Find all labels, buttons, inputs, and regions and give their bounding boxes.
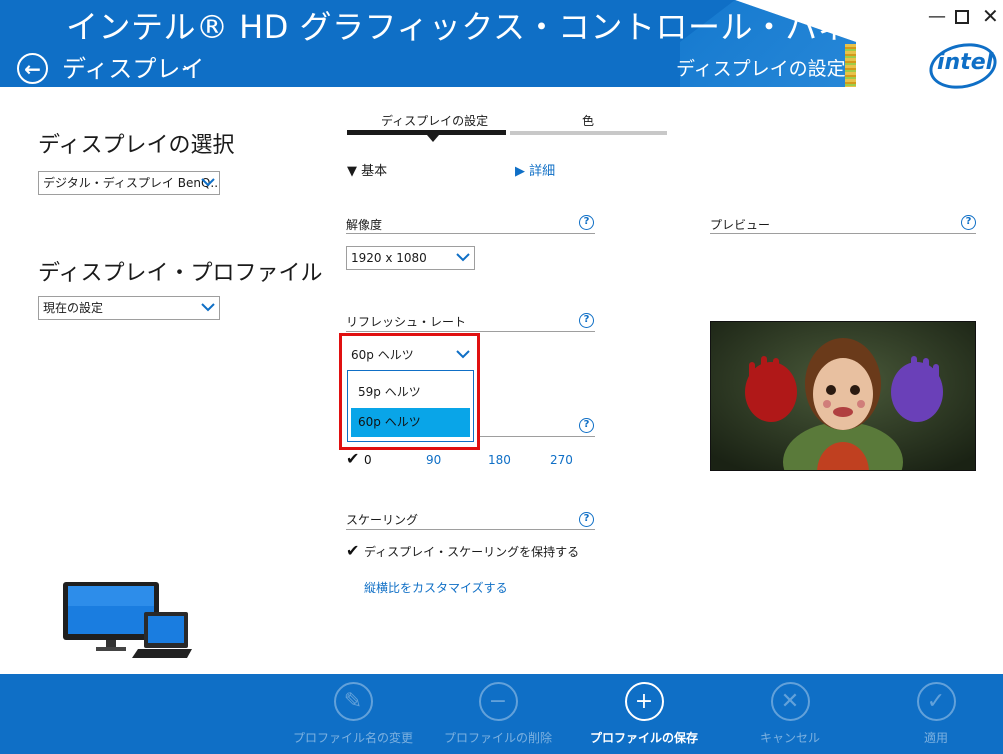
checkmark-icon: ✔ bbox=[346, 541, 360, 560]
checkmark-icon: ✔ bbox=[346, 449, 360, 468]
delete-profile-button[interactable]: − プロファイルの削除 bbox=[428, 682, 568, 746]
rename-profile-label: プロファイル名の変更 bbox=[292, 731, 413, 745]
divider bbox=[710, 233, 976, 234]
rotation-option-180[interactable]: 180 bbox=[488, 453, 511, 467]
divider bbox=[346, 233, 595, 234]
divider bbox=[346, 529, 595, 530]
resolution-dropdown[interactable]: 1920 x 1080 bbox=[346, 246, 475, 270]
display-select-dropdown[interactable]: デジタル・ディスプレイ BenQ... bbox=[38, 171, 220, 195]
rotation-option-90[interactable]: 90 bbox=[426, 453, 441, 467]
help-icon[interactable]: ? bbox=[961, 215, 976, 230]
mode-advanced-toggle[interactable]: ▶ 詳細 bbox=[515, 160, 555, 179]
apply-button[interactable]: ✓ 適用 bbox=[866, 682, 1003, 746]
close-button[interactable]: ✕ bbox=[982, 4, 999, 28]
delete-profile-label: プロファイルの削除 bbox=[443, 731, 552, 745]
minus-icon: − bbox=[478, 682, 518, 721]
keep-scaling-option[interactable]: ディスプレイ・スケーリングを保持する bbox=[364, 543, 579, 560]
display-select-heading: ディスプレイの選択 bbox=[38, 133, 235, 158]
divider bbox=[346, 331, 595, 332]
help-icon[interactable]: ? bbox=[579, 512, 594, 527]
mode-advanced-label: 詳細 bbox=[529, 164, 556, 179]
check-icon: ✓ bbox=[916, 682, 956, 721]
chevron-down-icon bbox=[201, 297, 215, 318]
mode-basic-toggle[interactable]: ▼ 基本 bbox=[347, 160, 387, 179]
resolution-value: 1920 x 1080 bbox=[351, 251, 427, 265]
back-arrow-icon: ← bbox=[24, 56, 41, 81]
tab-color[interactable]: 色 bbox=[582, 112, 594, 129]
highlight-frame bbox=[339, 333, 480, 450]
close-icon: ✕ bbox=[770, 682, 810, 721]
preview-label: プレビュー bbox=[710, 218, 771, 232]
preview-image bbox=[710, 321, 976, 471]
minimize-button[interactable]: — bbox=[928, 6, 946, 27]
tab-display-settings[interactable]: ディスプレイの設定 bbox=[381, 112, 488, 129]
help-icon[interactable]: ? bbox=[579, 418, 594, 433]
save-profile-button[interactable]: + プロファイルの保存 bbox=[574, 682, 714, 746]
scaling-label: スケーリング bbox=[346, 513, 419, 527]
chevron-down-icon[interactable]: ⌄ bbox=[180, 54, 195, 75]
footer-toolbar: ✎ プロファイル名の変更 − プロファイルの削除 + プロファイルの保存 ✕ キ… bbox=[0, 674, 1003, 754]
help-icon[interactable]: ? bbox=[579, 313, 594, 328]
display-profile-heading: ディスプレイ・プロファイル bbox=[38, 261, 323, 286]
resolution-label: 解像度 bbox=[346, 218, 383, 232]
save-profile-label: プロファイルの保存 bbox=[589, 731, 698, 745]
display-profile-value: 現在の設定 bbox=[43, 301, 104, 315]
intel-logo: intel bbox=[937, 50, 994, 75]
tab-pointer bbox=[427, 135, 439, 142]
rename-profile-button[interactable]: ✎ プロファイル名の変更 bbox=[283, 682, 423, 746]
title-bar: インテル® HD グラフィックス・コントロール・パネル ← ディスプレイ ⌄ デ… bbox=[0, 0, 1003, 95]
page-subtitle: ディスプレイの設定 bbox=[676, 58, 846, 80]
chevron-down-icon bbox=[456, 247, 470, 268]
plus-icon: + bbox=[624, 682, 664, 721]
display-profile-dropdown[interactable]: 現在の設定 bbox=[38, 296, 220, 320]
rotation-option-0[interactable]: 0 bbox=[364, 453, 372, 467]
monitor-laptop-icon bbox=[63, 582, 192, 658]
pencil-icon: ✎ bbox=[333, 682, 373, 721]
chevron-down-icon bbox=[201, 172, 215, 193]
divider bbox=[480, 436, 595, 437]
decorative-strip bbox=[845, 44, 856, 87]
help-icon[interactable]: ? bbox=[579, 215, 594, 230]
cancel-label: キャンセル bbox=[759, 731, 820, 745]
cancel-button[interactable]: ✕ キャンセル bbox=[720, 682, 860, 746]
back-button[interactable]: ← bbox=[17, 53, 48, 84]
display-select-value: デジタル・ディスプレイ BenQ... bbox=[43, 176, 220, 190]
tab-indicator-inactive bbox=[510, 131, 667, 135]
triangle-right-icon: ▶ bbox=[515, 164, 530, 179]
refresh-rate-label: リフレッシュ・レート bbox=[346, 315, 467, 329]
maximize-button[interactable] bbox=[955, 10, 969, 24]
rotation-option-270[interactable]: 270 bbox=[550, 453, 573, 467]
app-title: インテル® HD グラフィックス・コントロール・パネル bbox=[66, 8, 883, 46]
mode-basic-label: 基本 bbox=[361, 164, 388, 179]
triangle-down-icon: ▼ bbox=[347, 164, 362, 179]
customize-aspect-link[interactable]: 縦横比をカスタマイズする bbox=[364, 579, 508, 596]
apply-label: 適用 bbox=[923, 731, 948, 745]
